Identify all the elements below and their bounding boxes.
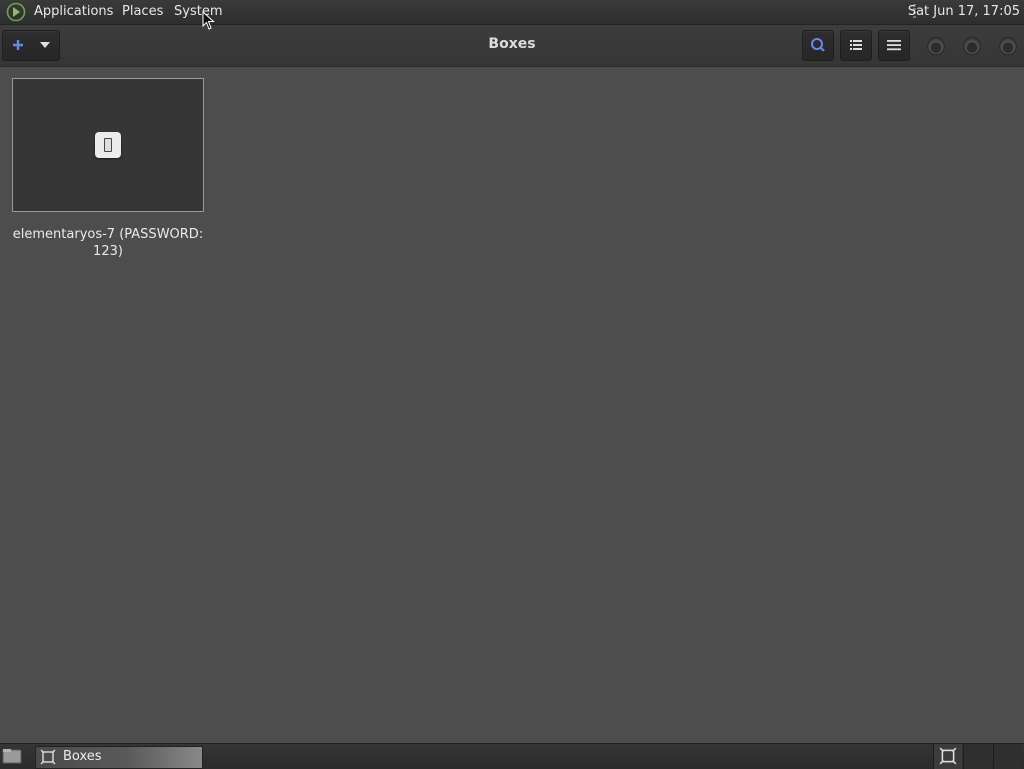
- close-button[interactable]: [999, 37, 1017, 55]
- bottom-panel: Boxes: [0, 743, 1024, 769]
- boxes-app-icon: [40, 749, 56, 765]
- list-view-icon: [850, 40, 862, 50]
- mouse-cursor-icon: [202, 11, 215, 30]
- list-view-button[interactable]: [840, 30, 872, 61]
- vm-screen-icon: [95, 132, 121, 158]
- maximize-button[interactable]: [963, 37, 981, 55]
- top-panel: Applications Places System Sat Jun 17, 1…: [0, 0, 1024, 25]
- places-menu[interactable]: Places: [122, 4, 163, 19]
- search-button[interactable]: [802, 30, 834, 61]
- boxes-collection: elementaryos-7 (PASSWORD: 123): [0, 67, 1024, 743]
- workspace-2[interactable]: [963, 744, 992, 769]
- minimize-button[interactable]: [927, 37, 945, 55]
- taskbar-window-label: Boxes: [63, 749, 102, 764]
- clock[interactable]: Sat Jun 17, 17:05: [908, 4, 1020, 19]
- applications-menu[interactable]: Applications: [34, 4, 113, 19]
- headerbar: Boxes: [0, 25, 1024, 67]
- show-desktop-icon[interactable]: [2, 747, 22, 765]
- workspace-switcher: [933, 744, 1023, 769]
- boxes-app-icon: [939, 747, 957, 765]
- mate-logo-icon[interactable]: [6, 2, 26, 22]
- box-thumbnail[interactable]: [12, 78, 204, 212]
- taskbar-window-button[interactable]: Boxes: [35, 746, 203, 769]
- main-menu-button[interactable]: [878, 30, 910, 61]
- workspace-3[interactable]: [993, 744, 1022, 769]
- workspace-1[interactable]: [933, 744, 962, 769]
- box-label[interactable]: elementaryos-7 (PASSWORD: 123): [12, 226, 204, 260]
- search-icon: [811, 38, 825, 52]
- hamburger-menu-icon: [887, 40, 901, 51]
